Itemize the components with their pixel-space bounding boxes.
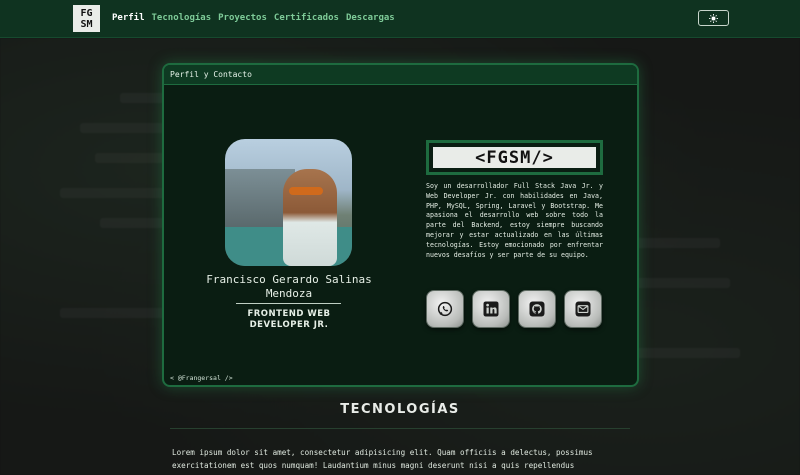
name-divider bbox=[236, 303, 341, 304]
linkedin-icon bbox=[483, 301, 499, 317]
profile-handle: < @Frangersal /> bbox=[170, 374, 233, 382]
logo-line-2: SM bbox=[80, 18, 93, 30]
github-icon bbox=[529, 301, 545, 317]
theme-toggle-button[interactable] bbox=[698, 10, 729, 26]
profile-bio: Soy un desarrollador Full Stack Java Jr.… bbox=[426, 182, 603, 259]
nav-link-perfil[interactable]: Perfil bbox=[112, 13, 145, 23]
brand-text: <FGSM/> bbox=[433, 147, 596, 168]
profile-card: Perfil y Contacto Francisco Gerardo Sali… bbox=[162, 63, 639, 387]
email-button[interactable] bbox=[564, 290, 602, 328]
sun-icon bbox=[709, 13, 718, 23]
card-header: Perfil y Contacto bbox=[164, 65, 637, 85]
top-navbar: FG SM Perfil Tecnologías Proyectos Certi… bbox=[0, 0, 800, 38]
email-icon bbox=[575, 301, 591, 317]
role-line-1: FRONTEND WEB bbox=[247, 309, 331, 319]
whatsapp-icon bbox=[437, 301, 453, 317]
linkedin-button[interactable] bbox=[472, 290, 510, 328]
whatsapp-button[interactable] bbox=[426, 290, 464, 328]
technologies-text: Lorem ipsum dolor sit amet, consectetur … bbox=[172, 448, 593, 470]
brand-box: <FGSM/> bbox=[426, 140, 603, 175]
profile-photo bbox=[225, 139, 352, 266]
nav-links: Perfil Tecnologías Proyectos Certificado… bbox=[112, 13, 395, 23]
profile-name: Francisco Gerardo Salinas Mendoza bbox=[206, 273, 372, 300]
logo-line-1: FG bbox=[80, 7, 93, 19]
nav-link-proyectos[interactable]: Proyectos bbox=[218, 13, 267, 23]
nav-link-tecnologias[interactable]: Tecnologías bbox=[152, 13, 212, 23]
github-button[interactable] bbox=[518, 290, 556, 328]
technologies-title: TECNOLOGÍAS bbox=[340, 402, 460, 417]
role-line-2: DEVELOPER JR. bbox=[249, 320, 329, 330]
social-links bbox=[426, 290, 602, 328]
section-divider bbox=[170, 428, 630, 429]
nav-link-certificados[interactable]: Certificados bbox=[274, 13, 339, 23]
profile-role: FRONTEND WEB DEVELOPER JR. bbox=[224, 309, 354, 331]
site-logo[interactable]: FG SM bbox=[73, 5, 100, 32]
nav-link-descargas[interactable]: Descargas bbox=[346, 13, 395, 23]
